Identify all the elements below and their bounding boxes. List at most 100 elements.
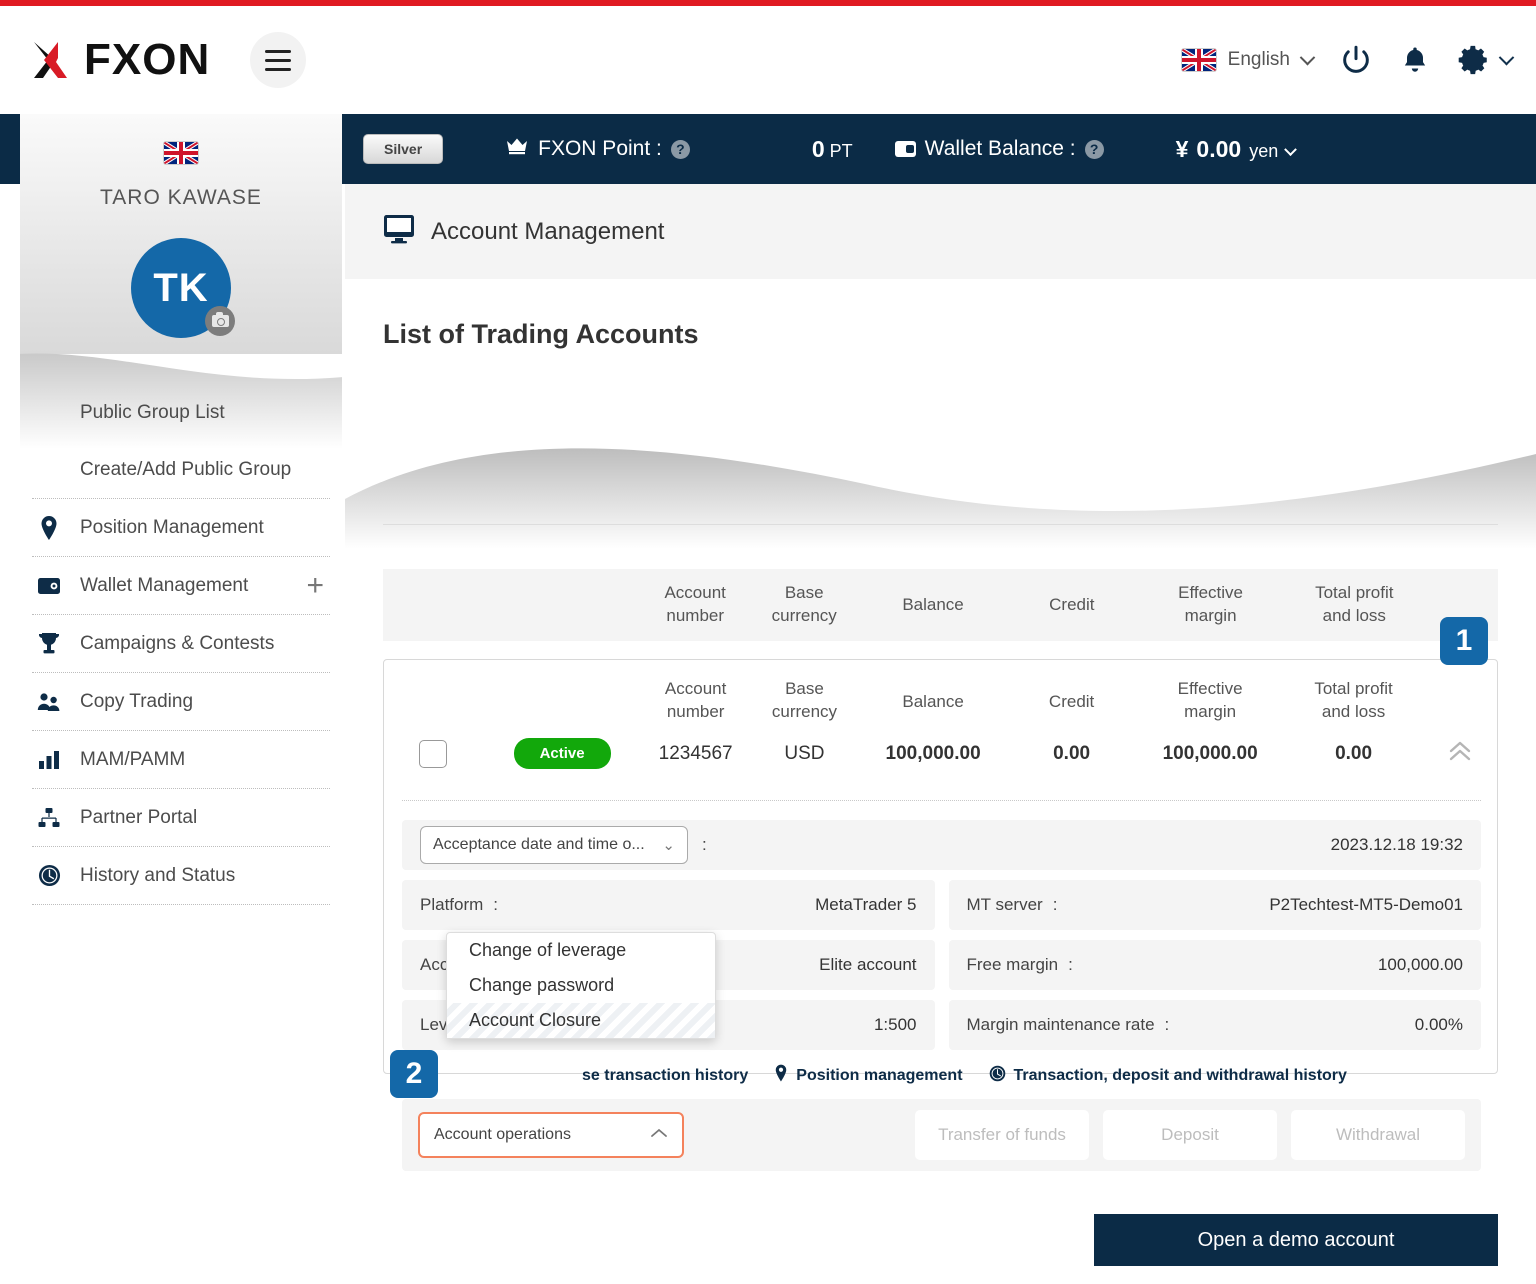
content-area: List of Trading Accounts Account number … <box>345 279 1536 1284</box>
wallet-icon <box>36 576 62 596</box>
trophy-icon <box>36 632 62 655</box>
fxon-logo[interactable]: FXON <box>28 34 210 86</box>
row-divider <box>402 800 1481 801</box>
avatar[interactable]: TK <box>131 238 235 338</box>
points-value: 0 <box>811 135 825 162</box>
row-select-checkbox[interactable] <box>384 739 483 768</box>
cell-effective-margin: 100,000.00 <box>1162 742 1258 764</box>
sidebar-item-label: Copy Trading <box>80 690 194 712</box>
settings-menu[interactable] <box>1457 43 1515 77</box>
cell-total-profit-loss: 0.00 <box>1335 742 1373 764</box>
profile-name: TARO KAWASE <box>100 186 262 209</box>
sidebar-item-mam-pamm[interactable]: MAM/PAMM <box>20 731 342 788</box>
acceptance-date-row: Acceptance date and time o... ⌄ : 2023.1… <box>402 820 1481 870</box>
sidebar-item-copy-trading[interactable]: Copy Trading <box>20 673 342 730</box>
people-icon <box>36 692 62 712</box>
nav-divider <box>32 904 330 905</box>
clock-icon <box>36 864 62 887</box>
bell-icon[interactable] <box>1399 44 1431 76</box>
sidebar-item-label: Campaigns & Contests <box>80 632 275 654</box>
detail-label: Free margin <box>966 955 1059 974</box>
cell-balance: 100,000.00 <box>885 742 981 764</box>
acceptance-date-value: 2023.12.18 19:32 <box>1330 835 1463 854</box>
language-selector[interactable]: English <box>1181 49 1316 71</box>
date-type-select[interactable]: Acceptance date and time o... ⌄ <box>420 826 688 864</box>
help-icon[interactable]: ? <box>670 139 690 159</box>
uk-flag-icon <box>164 142 198 164</box>
menu-item-account-closure[interactable]: Account Closure <box>447 1003 715 1038</box>
sidebar-item-label: Create/Add Public Group <box>80 458 292 480</box>
transfer-of-funds-button[interactable]: Transfer of funds <box>915 1110 1089 1160</box>
sidebar-item-wallet-management[interactable]: Wallet Management + <box>20 557 342 614</box>
wave-divider <box>345 448 1536 549</box>
wallet-icon <box>894 141 916 157</box>
sidebar-item-label: Wallet Management <box>80 574 249 596</box>
chevron-double-up-icon[interactable] <box>1423 740 1497 768</box>
column-credit: Credit <box>1049 594 1095 614</box>
menu-item-change-password[interactable]: Change password <box>447 968 715 1003</box>
detail-label: Platform <box>420 895 484 914</box>
wallet-amount: 0.00 <box>1196 135 1242 162</box>
account-operations-select[interactable]: Account operations <box>418 1112 684 1158</box>
currency-symbol: ¥ <box>1175 135 1189 162</box>
sidebar-item-label: MAM/PAMM <box>80 748 186 770</box>
table-header: Account number Base currency Balance Cre… <box>383 569 1498 641</box>
sidebar-nav: Public Group List Create/Add Public Grou… <box>20 384 342 905</box>
power-icon[interactable] <box>1339 43 1373 77</box>
sidebar-item-label: Public Group List <box>80 401 225 423</box>
column-base-currency: Base currency <box>750 582 859 628</box>
label-line1: Effective <box>1178 583 1244 603</box>
language-label: English <box>1227 49 1290 70</box>
label-line1: Account <box>664 583 726 603</box>
deposit-button[interactable]: Deposit <box>1103 1110 1277 1160</box>
clock-icon <box>989 1065 1006 1087</box>
fxon-mark-icon <box>28 34 80 86</box>
fxon-point-label: FXON Point : <box>538 137 662 160</box>
separator-colon: : <box>702 835 707 854</box>
sidebar-item-campaigns-contests[interactable]: Campaigns & Contests <box>20 615 342 672</box>
wallet-balance-group: Wallet Balance : ? <box>894 137 1104 161</box>
quick-links: se transaction history Position manageme… <box>406 1064 1481 1087</box>
label-line1: Total profit <box>1315 583 1394 603</box>
points-unit: PT <box>829 140 853 161</box>
detail-mt-server: MT server : P2Techtest-MT5-Demo01 <box>948 880 1481 930</box>
open-demo-account-button[interactable]: Open a demo account <box>1094 1214 1498 1266</box>
help-icon[interactable]: ? <box>1084 139 1104 159</box>
withdrawal-button[interactable]: Withdrawal <box>1291 1110 1465 1160</box>
sidebar-item-create-add-public-group[interactable]: Create/Add Public Group <box>20 441 342 498</box>
label-line2: currency <box>771 606 837 625</box>
sidebar: TARO KAWASE TK Public Group List Create/… <box>20 114 342 1284</box>
avatar-initials: TK <box>153 265 209 310</box>
rank-badge[interactable]: Silver <box>363 134 444 164</box>
chevron-up-icon <box>650 1126 668 1144</box>
column-balance: Balance <box>902 594 964 614</box>
link-label: Position management <box>796 1066 963 1084</box>
step-marker-2: 2 <box>390 1050 438 1098</box>
column-effective-margin: Effective margin <box>1136 582 1285 628</box>
account-action-bar: Account operations Transfer of funds Dep… <box>402 1099 1481 1171</box>
link-label: se transaction history <box>582 1066 749 1084</box>
app-header: FXON English <box>0 6 1536 114</box>
account-card-column-labels: Account number Base currency Balance Cre… <box>384 678 1497 724</box>
menu-item-change-of-leverage[interactable]: Change of leverage <box>447 933 715 968</box>
label-line2: and loss <box>1322 606 1386 625</box>
detail-label: MT server <box>966 895 1043 914</box>
link-label: Transaction, deposit and withdrawal hist… <box>1013 1066 1347 1084</box>
sidebar-item-partner-portal[interactable]: Partner Portal <box>20 789 342 846</box>
link-position-management[interactable]: Position management <box>774 1064 963 1087</box>
detail-margin-maintenance-rate: Margin maintenance rate : 0.00% <box>948 1000 1481 1050</box>
points-value-group: 0 PT <box>812 136 853 163</box>
add-wallet-icon[interactable]: + <box>306 570 324 601</box>
cell-account-number: 1234567 <box>658 742 733 764</box>
hamburger-icon[interactable] <box>250 32 307 88</box>
wallet-amount-group[interactable]: ¥ 0.00 yen <box>1175 135 1298 163</box>
crown-icon <box>505 137 529 161</box>
sidebar-item-public-group-list[interactable]: Public Group List <box>20 384 342 441</box>
sidebar-item-history-and-status[interactable]: History and Status <box>20 847 342 904</box>
detail-value: P2Techtest-MT5-Demo01 <box>1269 895 1463 914</box>
detail-value: 1:500 <box>873 1015 917 1034</box>
cell-base-currency: USD <box>784 742 825 764</box>
link-transaction-deposit-withdrawal-history[interactable]: Transaction, deposit and withdrawal hist… <box>989 1065 1347 1087</box>
sidebar-item-position-management[interactable]: Position Management <box>20 499 342 556</box>
link-close-transaction-history[interactable]: se transaction history <box>582 1067 748 1085</box>
